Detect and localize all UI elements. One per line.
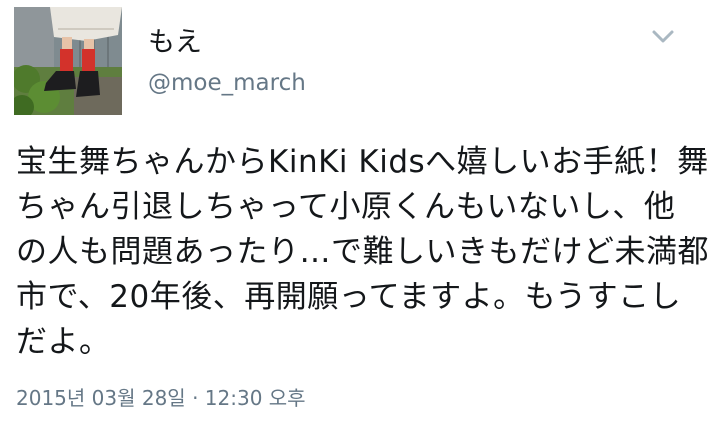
tweet-text-line: だよ。 — [16, 324, 111, 360]
tweet-text-line: の人も問題あったり…で難しいきもだけど未満都 — [16, 234, 709, 270]
display-name[interactable]: もえ — [148, 26, 202, 60]
tweet-text-line: ちゃん引退しちゃって小原くんもいないし、他 — [16, 189, 676, 225]
tweet-text-line: 宝生舞ちゃんからKinKi Kidsへ嬉しいお手紙！舞 — [16, 144, 709, 180]
user-handle[interactable]: @moe_march — [148, 68, 306, 98]
avatar[interactable] — [14, 7, 122, 115]
tweet-text: 宝生舞ちゃんからKinKi Kidsへ嬉しいお手紙！舞 ちゃん引退しちゃって小原… — [16, 140, 709, 365]
tweet-text-line: 市で、20年後、再開願ってますよ。もうすこし — [16, 279, 682, 315]
avatar-photo — [14, 7, 122, 115]
chevron-down-icon[interactable] — [648, 26, 678, 48]
tweet-timestamp[interactable]: 2015년 03월 28일 · 12:30 오후 — [16, 384, 306, 412]
tweet-card: もえ @moe_march 宝生舞ちゃんからKinKi Kidsへ嬉しいお手紙！… — [0, 0, 720, 427]
